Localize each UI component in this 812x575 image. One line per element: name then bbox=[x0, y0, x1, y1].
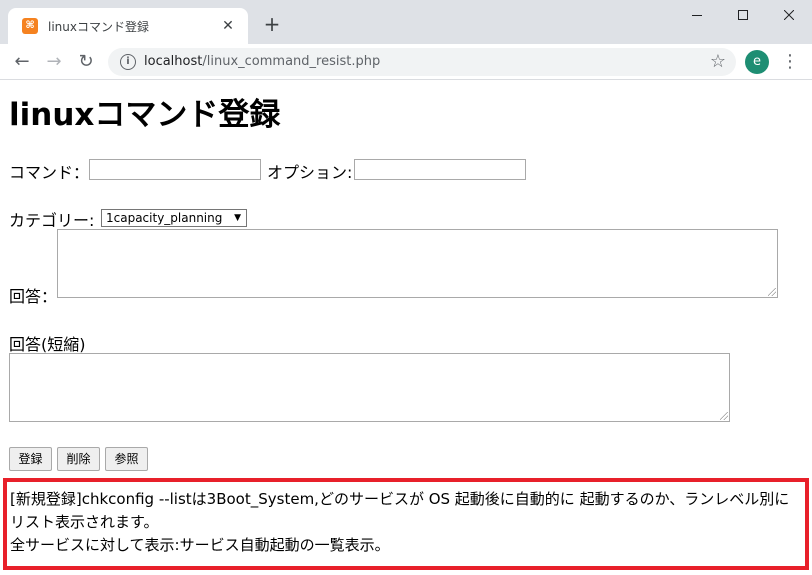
forward-arrow-icon[interactable]: → bbox=[42, 50, 66, 74]
address-bar[interactable]: i localhost/linux_command_resist.php ☆ bbox=[108, 48, 736, 76]
minimize-icon bbox=[692, 15, 702, 16]
url-path: /linux_command_resist.php bbox=[202, 54, 381, 69]
bookmark-star-icon[interactable]: ☆ bbox=[710, 51, 726, 72]
result-line-1: [新規登録]chkconfig --listは3Boot_System,どのサー… bbox=[10, 490, 790, 531]
dropdown-caret-icon: ▼ bbox=[234, 213, 241, 223]
close-icon bbox=[784, 10, 794, 20]
browser-tab[interactable]: ⌘ linuxコマンド登録 ✕ bbox=[8, 8, 248, 44]
option-label: オプション: bbox=[267, 163, 353, 182]
result-line-2: 全サービスに対して表示:サービス自動起動の一覧表示。 bbox=[10, 536, 390, 554]
back-arrow-icon[interactable]: ← bbox=[10, 50, 34, 74]
page-title: linuxコマンド登録 bbox=[9, 97, 281, 133]
register-button[interactable]: 登録 bbox=[9, 447, 52, 471]
result-message: [新規登録]chkconfig --listは3Boot_System,どのサー… bbox=[3, 478, 809, 570]
maximize-icon bbox=[738, 10, 748, 20]
resize-grip-icon[interactable] bbox=[768, 288, 776, 296]
xampp-favicon-icon: ⌘ bbox=[22, 18, 38, 34]
page-content: linuxコマンド登録 コマンド： オプション: カテゴリー: 1capacit… bbox=[0, 81, 812, 575]
close-tab-icon[interactable]: ✕ bbox=[218, 16, 238, 36]
category-selected-value: 1capacity_planning bbox=[106, 211, 223, 225]
reload-icon[interactable]: ↻ bbox=[74, 50, 98, 74]
minimize-window-button[interactable] bbox=[674, 0, 720, 30]
answer-label: 回答： bbox=[9, 287, 58, 306]
category-label: カテゴリー: bbox=[9, 211, 95, 230]
close-window-button[interactable] bbox=[766, 0, 812, 30]
answer-textarea[interactable] bbox=[57, 229, 778, 298]
tab-title: linuxコマンド登録 bbox=[48, 20, 149, 34]
short-answer-label: 回答(短縮) bbox=[9, 335, 86, 354]
tab-strip: ⌘ linuxコマンド登録 ✕ + bbox=[0, 0, 812, 44]
url-host: localhost bbox=[144, 54, 203, 69]
option-input[interactable] bbox=[354, 159, 526, 180]
command-input[interactable] bbox=[89, 159, 261, 180]
resize-grip-icon[interactable] bbox=[720, 412, 728, 420]
category-select[interactable]: 1capacity_planning ▼ bbox=[101, 209, 247, 227]
browser-menu-icon[interactable]: ⋮ bbox=[780, 50, 800, 74]
profile-avatar[interactable]: e bbox=[745, 50, 769, 74]
browser-toolbar: ← → ↻ i localhost/linux_command_resist.p… bbox=[0, 44, 812, 80]
site-info-icon[interactable]: i bbox=[120, 54, 136, 70]
command-label: コマンド： bbox=[9, 163, 90, 182]
delete-button[interactable]: 削除 bbox=[57, 447, 100, 471]
short-answer-textarea[interactable] bbox=[9, 353, 730, 422]
url-text[interactable]: localhost/linux_command_resist.php bbox=[144, 54, 380, 69]
new-tab-icon[interactable]: + bbox=[262, 14, 282, 34]
browse-button[interactable]: 参照 bbox=[105, 447, 148, 471]
maximize-window-button[interactable] bbox=[720, 0, 766, 30]
